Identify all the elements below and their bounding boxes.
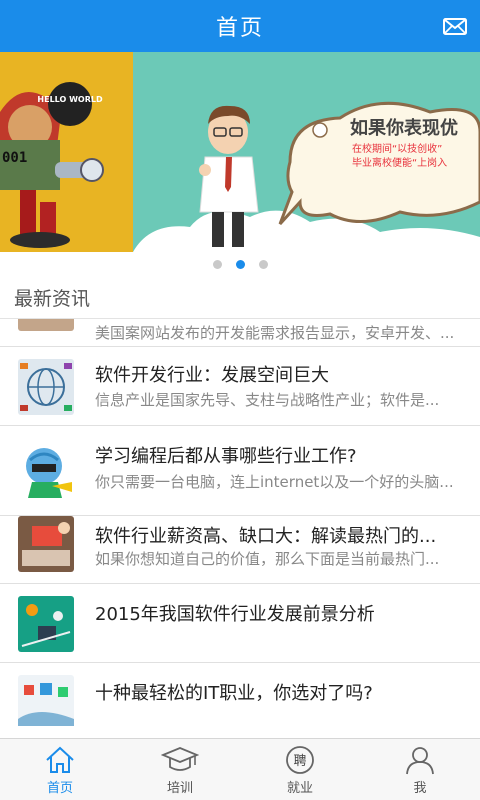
tab-label: 培训 [166,781,193,796]
news-item[interactable]: 学习编程后都从事哪些行业工作? 你只需要一台电脑，连上internet以及一个好… [0,426,480,516]
news-thumbnail [18,516,74,572]
banner-carousel[interactable]: HELLO WORLD 001 如果你表现优 在校期间“以技创收” 毕业离校便能… [0,52,480,252]
news-summary: 信息产业是国家先导、支柱与战略性产业；软件是... [95,391,440,409]
news-item[interactable]: 美国案网站发布的开发能需求报告显示，安卓开发、... [0,319,480,347]
carousel-indicator [0,252,480,276]
home-icon [46,746,74,773]
tab-training[interactable]: 培训 [120,739,240,800]
speech-bubble-robot [48,82,92,126]
graduation-cap-icon [161,747,199,771]
app-header: 首页 [0,0,480,52]
news-thumbnail [18,675,74,726]
section-title: 最新资讯 [14,287,91,310]
news-thumbnail [18,319,74,331]
news-summary: 如果你想知道自己的价值，那么下面是当前最热门... [95,550,440,568]
news-summary: 美国案网站发布的开发能需求报告显示，安卓开发、... [95,324,455,342]
tab-label: 首页 [46,781,73,796]
news-item[interactable]: 2015年我国软件行业发展前景分析 [0,584,480,663]
news-item[interactable]: 软件开发行业：发展空间巨大 信息产业是国家先导、支柱与战略性产业；软件是... [0,347,480,426]
news-item[interactable]: 软件行业薪资高、缺口大：解读最热门的... 如果你想知道自己的价值，那么下面是当… [0,516,480,584]
news-thumbnail [18,442,74,498]
news-item[interactable]: 十种最轻松的IT职业，你选对了吗? [0,663,480,726]
svg-text:001: 001 [2,150,27,166]
hire-badge-icon: 聘 [286,746,314,774]
news-title: 十种最轻松的IT职业，你选对了吗? [95,683,373,704]
svg-text:如果你表现优: 如果你表现优 [350,117,458,139]
tab-label: 就业 [286,781,313,796]
news-summary: 你只需要一台电脑，连上internet以及一个好的头脑... [95,473,454,491]
news-title: 2015年我国软件行业发展前景分析 [95,604,375,625]
carousel-dot[interactable] [212,259,222,269]
news-title: 软件开发行业：发展空间巨大 [95,365,329,386]
news-list[interactable]: 美国案网站发布的开发能需求报告显示，安卓开发、... 软件开发行业：发展空间巨大… [0,318,480,726]
person-icon [406,747,434,775]
tab-label: 我 [413,781,427,796]
svg-text:在校期间“以技创收”: 在校期间“以技创收” [352,142,442,155]
news-title: 软件行业薪资高、缺口大：解读最热门的... [95,526,437,547]
news-thumbnail [18,359,74,415]
banner-illustration: HELLO WORLD 001 如果你表现优 在校期间“以技创收” 毕业离校便能… [0,82,480,252]
news-title: 学习编程后都从事哪些行业工作? [95,446,357,467]
news-thumbnail [18,596,74,652]
tab-me[interactable]: 我 [360,739,480,800]
tab-jobs[interactable]: 聘 就业 [240,739,360,800]
bottom-tab-bar: 首页 培训 聘 就业 我 [0,738,480,800]
carousel-dot[interactable] [258,259,268,269]
mail-icon[interactable] [442,13,468,39]
tab-home[interactable]: 首页 [0,739,120,800]
svg-text:聘: 聘 [293,754,306,769]
carousel-dot-active[interactable] [235,259,245,269]
page-title: 首页 [215,16,264,41]
svg-text:HELLO WORLD: HELLO WORLD [37,95,103,104]
svg-text:毕业离校便能“上岗入: 毕业离校便能“上岗入 [352,156,447,169]
